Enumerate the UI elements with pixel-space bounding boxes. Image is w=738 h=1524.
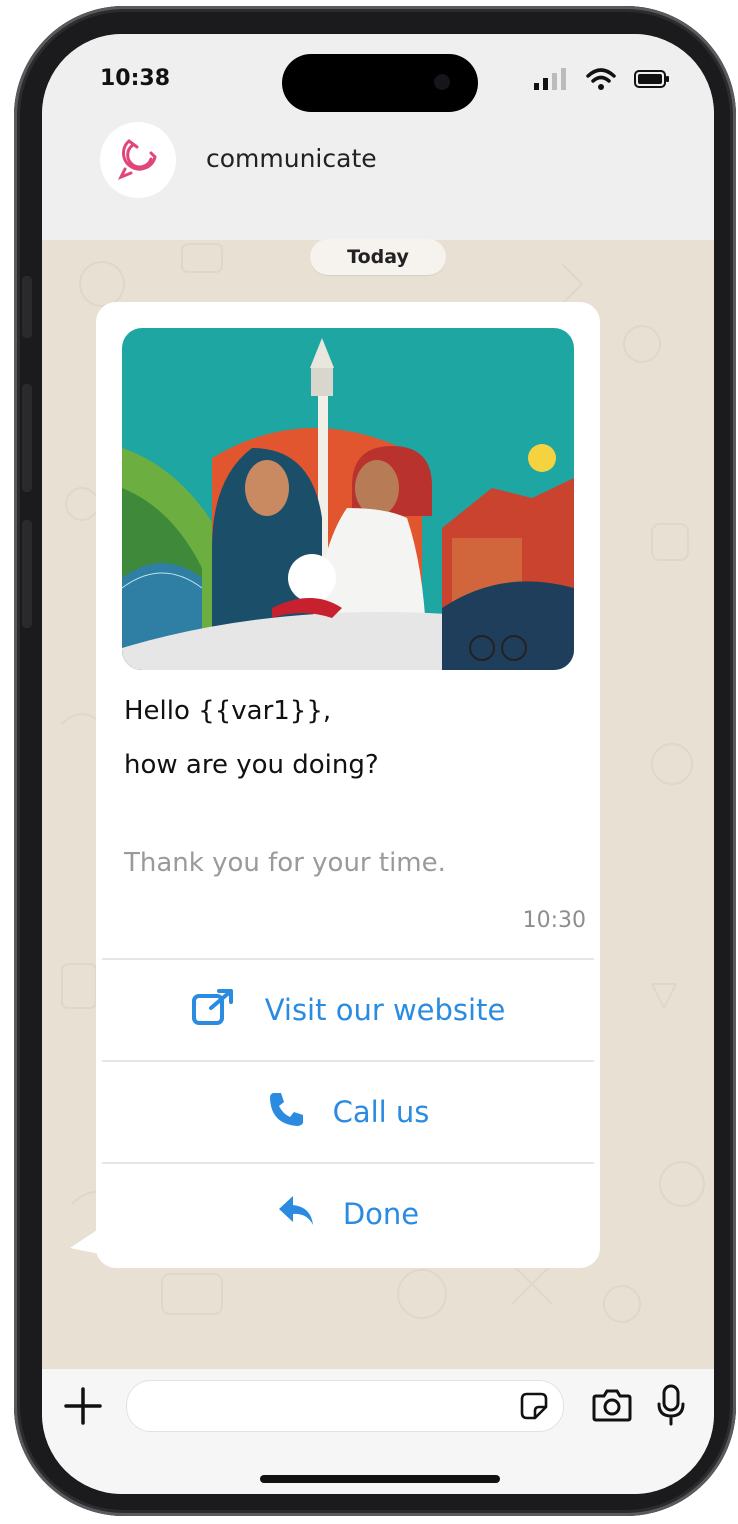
communicate-logo-icon — [115, 135, 161, 185]
contact-name[interactable]: communicate — [206, 144, 377, 173]
done-label: Done — [342, 1197, 420, 1231]
sticker-icon[interactable] — [519, 1391, 549, 1425]
battery-icon — [634, 69, 670, 93]
message-body: how are you doing? — [124, 750, 379, 780]
message-input-bar — [42, 1369, 714, 1445]
status-icons — [534, 68, 670, 94]
external-link-icon — [191, 988, 237, 1033]
message-bubble: Hello {{var1}}, how are you doing? Thank… — [96, 302, 600, 1268]
wifi-icon — [586, 68, 616, 94]
dynamic-island — [282, 54, 478, 112]
volume-up-button — [22, 384, 32, 492]
volume-down-button — [22, 520, 32, 628]
camera-icon[interactable] — [592, 1387, 632, 1427]
microphone-icon[interactable] — [656, 1384, 686, 1430]
visit-website-label: Visit our website — [264, 993, 506, 1027]
phone-icon — [267, 1090, 305, 1135]
message-greeting: Hello {{var1}}, — [124, 696, 332, 726]
silent-switch — [22, 276, 32, 338]
call-us-button[interactable]: Call us — [102, 1060, 594, 1162]
message-footer: Thank you for your time. — [124, 848, 446, 878]
contact-avatar[interactable] — [100, 122, 176, 198]
date-chip: Today — [310, 239, 446, 275]
done-button[interactable]: Done — [102, 1162, 594, 1264]
plus-icon[interactable] — [62, 1385, 104, 1431]
home-indicator-area — [42, 1445, 714, 1494]
chat-header: communicate — [42, 122, 714, 240]
status-time: 10:38 — [100, 66, 171, 91]
call-us-label: Call us — [332, 1095, 430, 1129]
status-bar: 10:38 — [42, 34, 714, 130]
visit-website-button[interactable]: Visit our website — [102, 958, 594, 1060]
message-header-image — [122, 328, 574, 670]
home-indicator[interactable] — [260, 1475, 500, 1483]
screen: 10:38 communicate Today Hello {{var1}}, … — [42, 34, 714, 1494]
signal-icon — [534, 68, 568, 94]
message-text-input[interactable] — [126, 1380, 564, 1432]
reply-icon — [277, 1194, 315, 1235]
message-timestamp: 10:30 — [522, 908, 586, 933]
